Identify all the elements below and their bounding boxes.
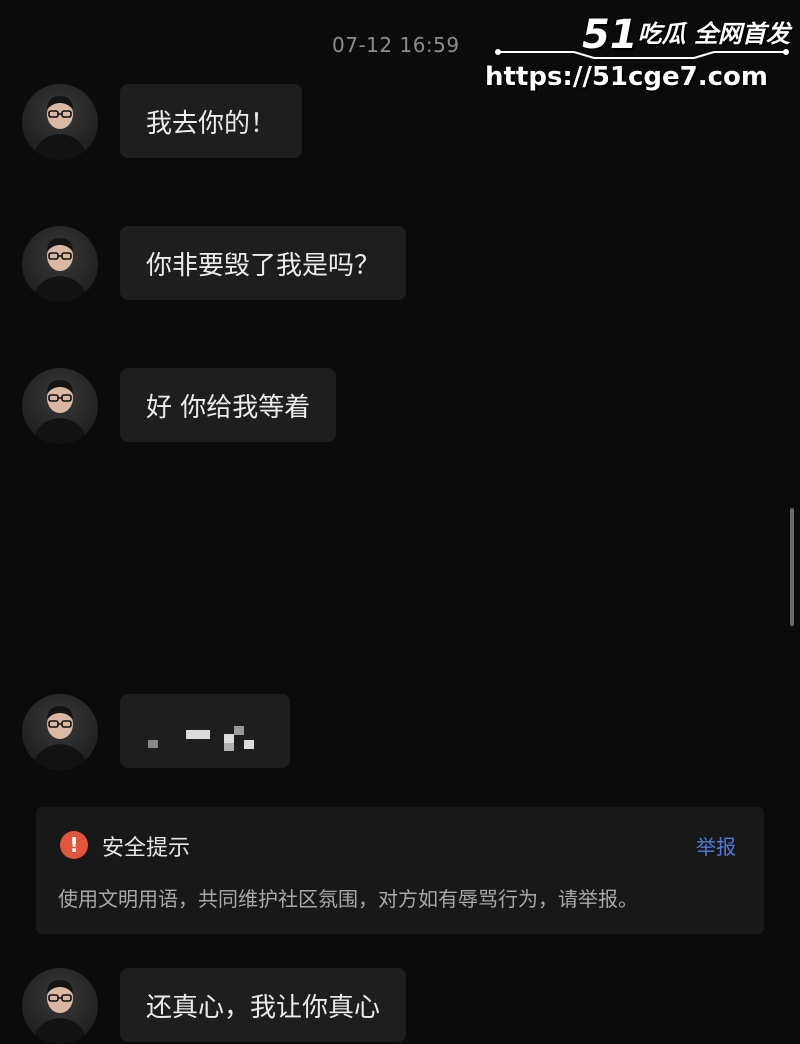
message-bubble[interactable]: 好 你给我等着 xyxy=(120,368,337,442)
pixelated-block xyxy=(234,726,244,735)
avatar[interactable] xyxy=(22,968,98,1044)
message-row: 还真心，我让你真心 xyxy=(22,968,407,1044)
message-row: 我去你的！ xyxy=(22,84,303,160)
watermark-brand-text: 吃瓜 全网首发 xyxy=(637,20,790,48)
safety-notice: ! 安全提示 举报 使用文明用语，共同维护社区氛围，对方如有辱骂行为，请举报。 xyxy=(36,807,764,934)
warning-icon: ! xyxy=(60,831,88,859)
watermark-brand: 51吃瓜 全网首发 xyxy=(582,12,790,58)
avatar[interactable] xyxy=(22,226,98,302)
pixelated-block xyxy=(186,730,210,739)
avatar[interactable] xyxy=(22,368,98,444)
report-link[interactable]: 举报 xyxy=(696,831,736,860)
watermark-brand-number: 51 xyxy=(581,12,638,58)
watermark-url: https://51cge7.com xyxy=(484,62,768,92)
pixelated-block xyxy=(224,734,234,743)
pixelated-block xyxy=(224,743,234,751)
pixelated-block xyxy=(148,740,158,748)
scrollbar[interactable] xyxy=(790,508,794,626)
message-row: 好 你给我等着 xyxy=(22,368,337,444)
chat-timestamp: 07-12 16:59 xyxy=(332,33,460,57)
safety-notice-body: 使用文明用语，共同维护社区氛围，对方如有辱骂行为，请举报。 xyxy=(58,887,638,911)
message-bubble[interactable]: 我去你的！ xyxy=(120,84,303,158)
pixelated-block xyxy=(244,740,254,749)
pixelated-message-bubble[interactable] xyxy=(120,694,290,768)
message-bubble[interactable]: 还真心，我让你真心 xyxy=(120,968,407,1042)
message-row: 你非要毁了我是吗？ xyxy=(22,226,407,302)
safety-notice-title: 安全提示 xyxy=(102,836,191,861)
avatar[interactable] xyxy=(22,694,98,770)
message-row xyxy=(22,694,290,770)
watermark: 51吃瓜 全网首发 https://51cge7.com xyxy=(485,4,794,104)
message-bubble[interactable]: 你非要毁了我是吗？ xyxy=(120,226,407,300)
avatar[interactable] xyxy=(22,84,98,160)
